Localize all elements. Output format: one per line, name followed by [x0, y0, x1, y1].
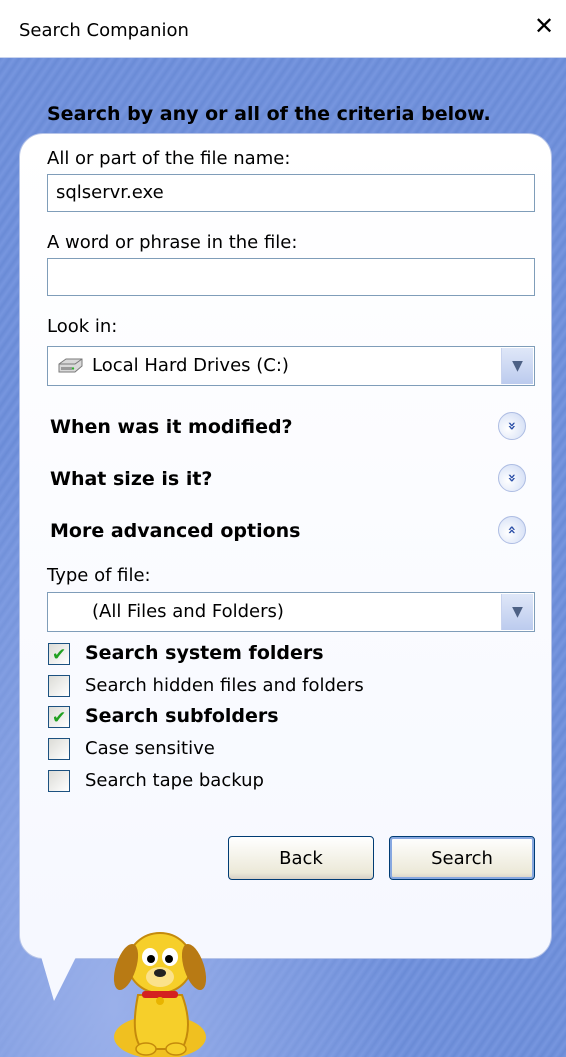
search-system-folders-label[interactable]: Search system folders	[85, 642, 324, 664]
window-title: Search Companion	[19, 20, 189, 41]
modified-section-label[interactable]: When was it modified?	[50, 416, 293, 438]
search-subfolders-label[interactable]: Search subfolders	[85, 705, 279, 727]
close-icon[interactable]: ✕	[530, 12, 558, 40]
filetype-label: Type of file:	[47, 565, 151, 586]
collapse-chevron-icon[interactable]: »	[498, 516, 526, 544]
phrase-label: A word or phrase in the file:	[47, 232, 298, 253]
search-subfolders-checkbox[interactable]: ✔	[48, 706, 70, 728]
checkmark-icon: ✔	[52, 645, 67, 665]
expand-chevron-icon[interactable]: «	[498, 412, 526, 440]
case-sensitive-checkbox[interactable]	[48, 738, 70, 760]
lookin-select[interactable]: Local Hard Drives (C:) ▼	[47, 346, 535, 386]
filetype-value: (All Files and Folders)	[92, 601, 284, 622]
criteria-heading: Search by any or all of the criteria bel…	[47, 103, 491, 125]
phrase-input[interactable]	[47, 258, 535, 296]
case-sensitive-label[interactable]: Case sensitive	[85, 738, 215, 759]
search-tape-backup-checkbox[interactable]	[48, 770, 70, 792]
expand-chevron-icon[interactable]: «	[498, 464, 526, 492]
search-hidden-files-checkbox[interactable]	[48, 675, 70, 697]
speech-bubble-tail	[40, 953, 78, 1001]
title-bar: Search Companion ✕	[0, 0, 566, 58]
hard-drive-icon	[58, 358, 83, 373]
search-dog-icon[interactable]	[90, 915, 230, 1057]
checkmark-icon: ✔	[52, 708, 67, 728]
advanced-section-label[interactable]: More advanced options	[50, 520, 301, 542]
chevron-down-icon[interactable]: ▼	[501, 348, 533, 384]
filename-input[interactable]: sqlservr.exe	[47, 174, 535, 212]
search-system-folders-checkbox[interactable]: ✔	[48, 643, 70, 665]
lookin-value: Local Hard Drives (C:)	[92, 355, 289, 376]
search-button[interactable]: Search	[389, 836, 535, 880]
lookin-label: Look in:	[47, 316, 118, 337]
filetype-select[interactable]: (All Files and Folders) ▼	[47, 592, 535, 632]
search-pane: Search by any or all of the criteria bel…	[0, 58, 566, 1057]
back-button[interactable]: Back	[228, 836, 374, 880]
filename-label: All or part of the file name:	[47, 148, 291, 169]
search-tape-backup-label[interactable]: Search tape backup	[85, 770, 264, 791]
search-hidden-files-label[interactable]: Search hidden files and folders	[85, 675, 364, 696]
chevron-down-icon[interactable]: ▼	[501, 594, 533, 630]
size-section-label[interactable]: What size is it?	[50, 468, 212, 490]
